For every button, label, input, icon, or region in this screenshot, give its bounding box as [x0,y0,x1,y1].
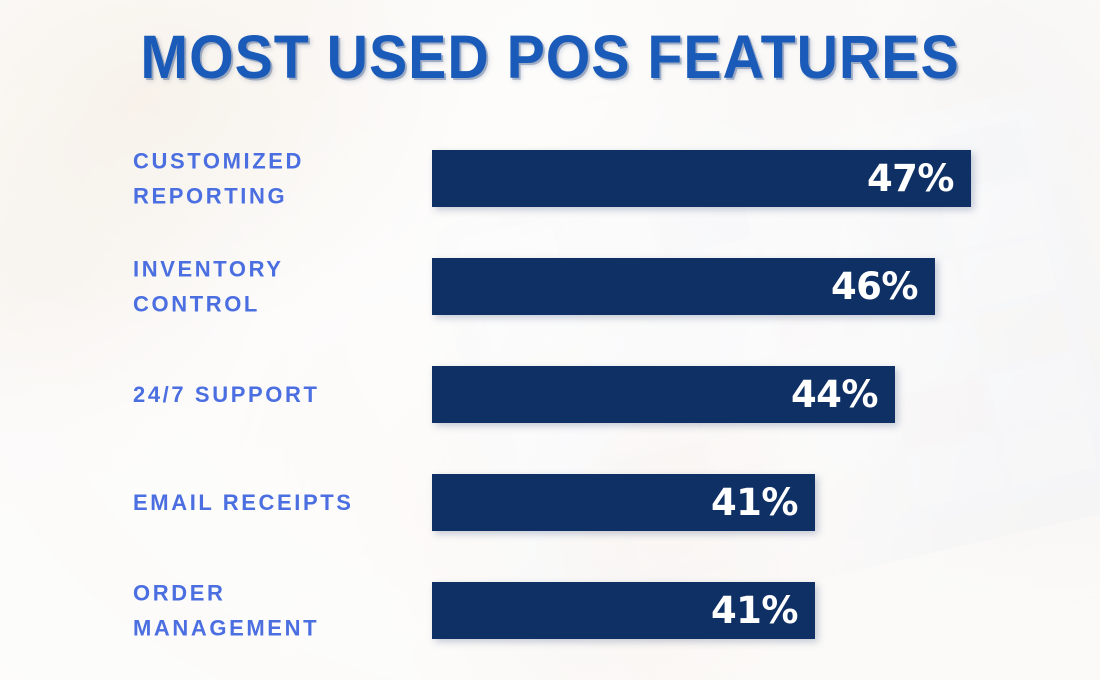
bar-track: 47% [432,150,971,207]
bar-value-label: 47% [866,157,955,200]
bar-value-label: 41% [710,589,799,632]
bar-category-label: CUSTOMIZED REPORTING [133,147,305,209]
bar-track: 44% [432,366,895,423]
bar-row: 24/7 SUPPORT 44% [0,366,1100,423]
bar-value-label: 44% [790,373,879,416]
bar-value-label: 41% [710,481,799,524]
chart-content: MOST USED POS FEATURES CUSTOMIZED REPORT… [0,0,1100,680]
bar-value-label: 46% [830,265,919,308]
bar-row: ORDER MANAGEMENT 41% [0,580,1100,641]
bar-row: INVENTORY CONTROL 46% [0,256,1100,317]
bar-track: 41% [432,474,815,531]
bar-row: EMAIL RECEIPTS 41% [0,474,1100,531]
bar-category-label: ORDER MANAGEMENT [133,579,320,641]
bar-category-label: 24/7 SUPPORT [133,381,320,407]
bar-chart-rows: CUSTOMIZED REPORTING 47% INVENTORY CONTR… [0,0,1100,680]
infographic-canvas: MOST USED POS FEATURES CUSTOMIZED REPORT… [0,0,1100,680]
bar-category-label: INVENTORY CONTROL [133,255,284,317]
bar-track: 46% [432,258,935,315]
bar-track: 41% [432,582,815,639]
bar-row: CUSTOMIZED REPORTING 47% [0,148,1100,209]
bar-category-label: EMAIL RECEIPTS [133,489,354,515]
